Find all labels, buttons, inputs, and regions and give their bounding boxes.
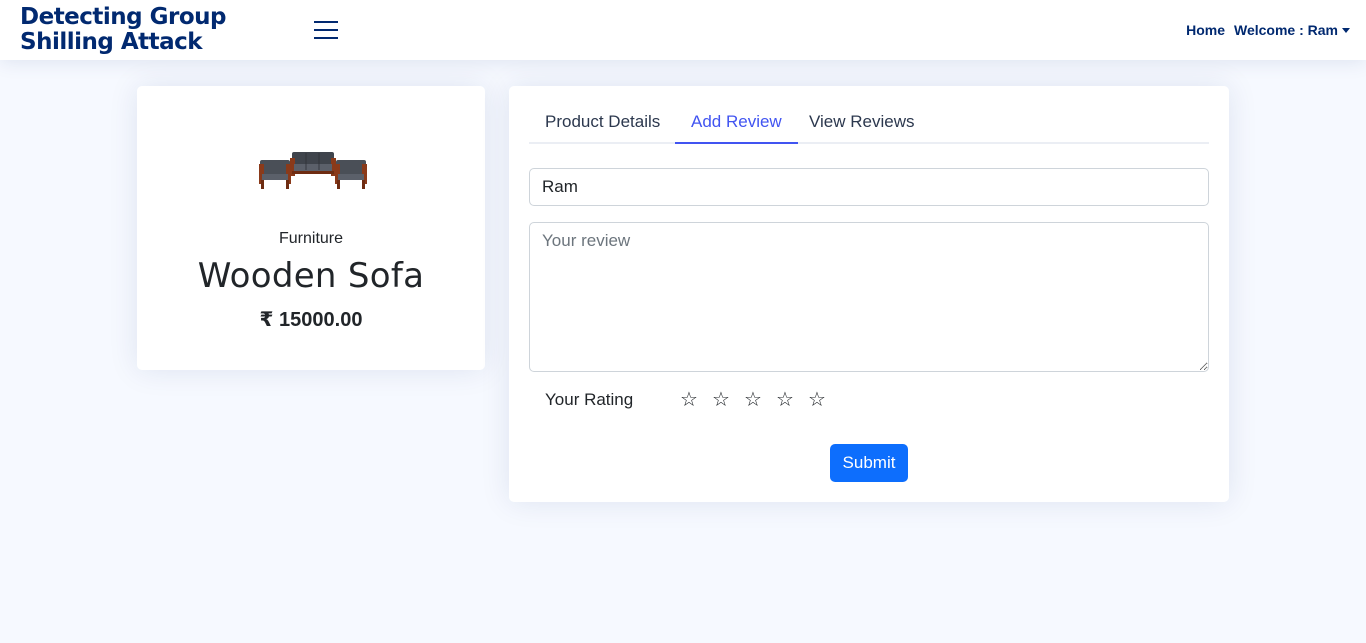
caret-down-icon — [1342, 27, 1350, 33]
logo[interactable]: Detecting Group Shilling Attack — [20, 4, 227, 55]
star-3-icon[interactable]: ☆ — [737, 389, 769, 411]
star-1-icon[interactable]: ☆ — [673, 389, 705, 411]
product-price: ₹ 15000.00 — [259, 309, 363, 331]
product-category: Furniture — [278, 230, 344, 247]
review-card: Product Details Add Review View Reviews … — [509, 86, 1229, 502]
star-2-icon[interactable]: ☆ — [705, 389, 737, 411]
nav-home-link[interactable]: Home — [1186, 22, 1225, 38]
product-card: Furniture Wooden Sofa ₹ 15000.00 — [137, 86, 485, 370]
user-dropdown-label: Welcome : Ram — [1234, 22, 1338, 38]
product-name: Wooden Sofa — [197, 256, 425, 296]
menu-toggle-icon[interactable] — [314, 21, 338, 41]
tab-product-details[interactable]: Product Details — [529, 104, 676, 144]
star-4-icon[interactable]: ☆ — [769, 389, 801, 411]
tab-view-reviews[interactable]: View Reviews — [793, 104, 931, 144]
top-nav: Home Welcome : Ram — [1186, 22, 1350, 38]
review-textarea[interactable] — [529, 222, 1209, 372]
tab-add-review[interactable]: Add Review — [675, 104, 798, 144]
top-header: Detecting Group Shilling Attack Home Wel… — [0, 0, 1366, 60]
rating-label: Your Rating — [545, 390, 634, 409]
star-rating[interactable]: ☆ ☆ ☆ ☆ ☆ — [673, 389, 833, 411]
submit-button[interactable]: Submit — [830, 444, 908, 482]
reviewer-name-input[interactable] — [529, 168, 1209, 206]
tab-bar: Product Details Add Review View Reviews — [529, 104, 1209, 144]
user-dropdown[interactable]: Welcome : Ram — [1234, 22, 1350, 38]
star-5-icon[interactable]: ☆ — [801, 389, 833, 411]
sofa-image — [259, 152, 367, 189]
logo-line-2: Shilling Attack — [20, 29, 203, 55]
logo-line-1: Detecting Group — [20, 4, 227, 30]
